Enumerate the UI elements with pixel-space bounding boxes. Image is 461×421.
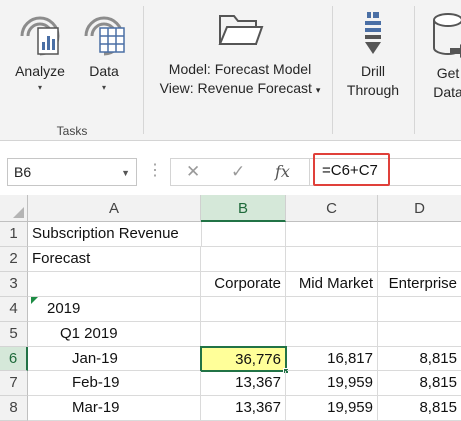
model-label: Model: Forecast Model [168,61,312,77]
error-indicator-icon [31,297,38,304]
cell-d4[interactable] [378,297,461,322]
cell-b4[interactable] [201,297,286,322]
cell-d1[interactable] [378,222,461,247]
cell-b2[interactable] [201,247,286,272]
cell-b1[interactable] [201,222,286,247]
ribbon-separator [332,6,333,134]
analyze-icon [20,16,60,56]
analyze-dropdown-icon: ▾ [37,83,42,92]
cell-c5[interactable] [286,322,378,347]
view-text: View: Revenue Forecast [159,80,312,96]
cell-a5[interactable]: Q1 2019 [28,322,201,347]
cell-b5[interactable] [201,322,286,347]
cell-c3[interactable]: Mid Market [286,272,378,297]
get-data-label-1: Get [436,65,460,81]
column-header-b[interactable]: B [201,195,286,222]
cell-b3[interactable]: Corporate [201,272,286,297]
cell-c2[interactable] [286,247,378,272]
drill-label-1: Drill [360,63,386,79]
model-view-button[interactable]: Model: Forecast Model View: Revenue Fore… [150,10,330,100]
cell-a5-text: Q1 2019 [60,325,118,342]
get-data-label-2: Data [433,84,461,100]
cell-a7-text: Feb-19 [72,374,120,391]
column-header-a[interactable]: A [28,195,201,222]
name-box-dropdown-icon[interactable]: ▼ [121,168,130,178]
enter-icon[interactable]: ✓ [231,162,245,182]
select-all-icon [13,207,24,218]
view-label: View: Revenue Forecast ▾ [160,79,321,100]
analyze-label: Analyze [15,63,65,79]
cell-c8[interactable]: 19,959 [286,396,378,421]
cell-a2[interactable]: Forecast [28,247,201,272]
cell-a1[interactable]: Subscription Revenue [28,222,201,247]
cell-a6-text: Jan-19 [72,350,118,367]
row-header-5[interactable]: 5 [0,322,28,347]
row-header-2[interactable]: 2 [0,247,28,272]
view-dropdown-icon: ▾ [315,85,321,95]
row-header-3[interactable]: 3 [0,272,28,297]
cell-d8[interactable]: 8,815 [378,396,461,421]
cell-a4[interactable]: 2019 [28,297,201,322]
tasks-group-label: Tasks [56,124,88,138]
name-box-value: B6 [14,164,32,180]
analyze-button[interactable]: Analyze ▾ [8,6,72,93]
cell-b6[interactable]: 36,776 [200,346,287,372]
cell-d6[interactable]: 8,815 [378,347,461,371]
ribbon: Analyze ▾ Data ▾ Tasks Model: Forecast M… [0,0,461,140]
cell-d3[interactable]: Enterprise [378,272,461,297]
cell-a4-text: 2019 [47,300,81,317]
formula-text[interactable]: =C6+C7 [322,162,378,179]
cell-a7[interactable]: Feb-19 [28,371,201,396]
formula-bar: B6 ▼ ⋮ ✕ ✓ fx [0,141,461,195]
row-header-8[interactable]: 8 [0,396,28,421]
cell-d7[interactable]: 8,815 [378,371,461,396]
cell-c7[interactable]: 19,959 [286,371,378,396]
column-header-d[interactable]: D [378,195,461,222]
drill-label-2: Through [346,82,400,98]
cell-a6[interactable]: Jan-19 [28,347,201,371]
ribbon-separator [143,6,144,134]
folder-icon [218,15,264,45]
row-header-4[interactable]: 4 [0,297,28,322]
data-dropdown-icon: ▾ [101,83,106,92]
data-label: Data [89,63,119,79]
formula-buttons: ✕ ✓ fx [170,158,310,186]
cell-c6[interactable]: 16,817 [287,347,378,371]
cell-c4[interactable] [286,297,378,322]
row-header-7[interactable]: 7 [0,371,28,396]
cell-d5[interactable] [378,322,461,347]
cell-d2[interactable] [378,247,461,272]
cell-a3[interactable] [28,272,201,297]
formula-bar-grip-icon[interactable]: ⋮ [147,160,163,180]
data-button[interactable]: Data ▾ [76,6,132,93]
ribbon-separator [414,6,415,134]
select-all-button[interactable] [0,195,28,222]
row-header-1[interactable]: 1 [0,222,28,247]
cell-b8[interactable]: 13,367 [201,396,286,421]
data-icon [84,16,125,56]
name-box[interactable]: B6 ▼ [7,158,137,186]
insert-function-icon[interactable]: fx [275,162,290,181]
cell-a8[interactable]: Mar-19 [28,396,201,421]
cell-b7[interactable]: 13,367 [201,371,286,396]
drill-through-icon [365,12,381,54]
cell-a8-text: Mar-19 [72,399,120,416]
cancel-icon[interactable]: ✕ [186,162,200,182]
get-data-button[interactable]: Get Data [420,8,461,102]
database-icon [433,13,461,58]
cell-c1[interactable] [286,222,378,247]
column-header-c[interactable]: C [286,195,378,222]
spreadsheet-grid: A B C D 1 2 3 4 5 6 7 8 Subscription Rev… [0,195,461,421]
drill-through-button[interactable]: Drill Through [338,8,408,100]
row-header-6[interactable]: 6 [0,347,28,371]
